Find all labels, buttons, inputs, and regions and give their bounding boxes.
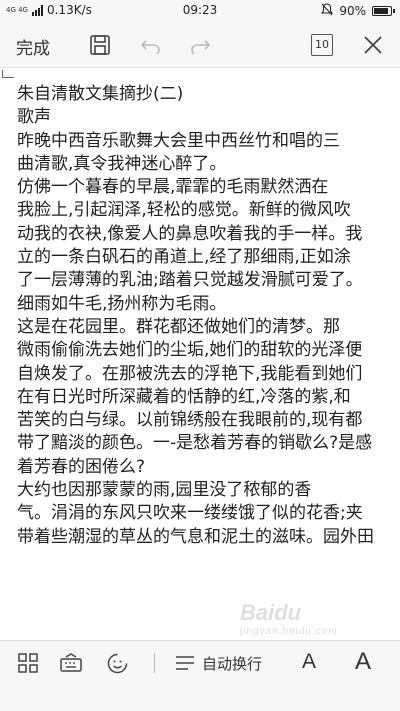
status-bar: 4G 4G 0.13K/s 09:23 90% (0, 0, 400, 22)
text-line: 微雨偷偷洗去她们的尘垢,她们的甜软的光泽便 (17, 340, 363, 361)
status-right: 90% (321, 3, 395, 19)
document-body[interactable]: 朱自清散文集摘抄(二) 歌声 昨晚中西音乐歌舞大会里中西丝竹和唱的三 曲清歌,真令我神… (17, 83, 397, 549)
battery-fill (374, 8, 388, 14)
text-line: 自焕发了。在那被洗去的浮艳下,我能看到她们 (17, 363, 363, 384)
text-line: 在有日光时所深藏着的恬静的红,冷落的紫,和 (17, 386, 351, 407)
text-line: 仿佛一个暮春的早晨,霏霏的毛雨默然洒在 (17, 177, 329, 198)
text-line: 着芳春的困倦么? (17, 456, 146, 477)
text-line: 细雨如牛毛,扬州称为毛雨。 (17, 293, 227, 314)
bottom-toolbar: 自动换行 A A (0, 640, 400, 711)
battery-icon (372, 6, 395, 16)
text-line: 这是在花园里。群花都还做她们的清梦。那 (17, 316, 340, 337)
undo-icon[interactable] (140, 34, 162, 60)
paragraph-mark-icon (2, 70, 14, 78)
font-increase-button[interactable]: A (355, 648, 371, 676)
text-line: 动我的衣袂,像爱人的鼻息吹着我的手一样。我 (17, 223, 363, 244)
text-line: 带着些潮湿的草丛的气息和泥土的滋味。园外田 (17, 526, 374, 547)
text-line: 苦笑的白与绿。以前锦绣般在我眼前的,现有都 (17, 410, 363, 431)
text-line: 立的一条白矾石的甬道上,经了那细雨,正如涂 (17, 247, 351, 268)
wrap-icon[interactable] (175, 653, 195, 677)
text-line: 气。涓涓的东风只吹来一缕缕饿了似的花香;夹 (17, 503, 363, 524)
redo-icon[interactable] (189, 34, 211, 60)
text-line: 朱自清散文集摘抄(二) (17, 84, 184, 104)
editor-toolbar: 完成 10 (0, 22, 400, 68)
baidu-watermark: Baidu jingyan.baidu.com (240, 600, 338, 637)
battery-percent: 90% (339, 4, 366, 18)
watermark-text: Baidu (240, 600, 302, 625)
text-line: 我脸上,引起润泽,轻松的感觉。新鲜的微风吹 (17, 200, 351, 221)
text-line: 歌声 (17, 107, 51, 128)
done-button[interactable]: 完成 (16, 34, 50, 59)
save-icon[interactable] (89, 34, 111, 60)
text-line: 大约也因那蒙蒙的雨,园里没了秾郁的香 (17, 480, 312, 501)
watermark-sub: jingyan.baidu.com (240, 626, 338, 637)
text-line: 昨晚中西音乐歌舞大会里中西丝竹和唱的三 (17, 130, 340, 151)
font-size-button[interactable]: 10 (311, 34, 333, 56)
mute-icon (321, 3, 334, 19)
auto-wrap-label[interactable]: 自动换行 (202, 653, 262, 674)
bottom-divider (154, 653, 155, 673)
close-icon[interactable] (362, 34, 384, 60)
text-line: 曲清歌,真令我神迷心醉了。 (17, 153, 227, 174)
text-line: 了一层薄薄的乳油;踏着只觉越发滑腻可爱了。 (17, 270, 363, 291)
text-line: 带了黯淡的颜色。一-是愁着芳春的销歇么?是感 (17, 433, 373, 454)
emoji-icon[interactable] (107, 653, 128, 678)
grid-icon[interactable] (18, 653, 38, 677)
font-decrease-button[interactable]: A (302, 650, 316, 674)
keyboard-icon[interactable] (60, 653, 82, 677)
